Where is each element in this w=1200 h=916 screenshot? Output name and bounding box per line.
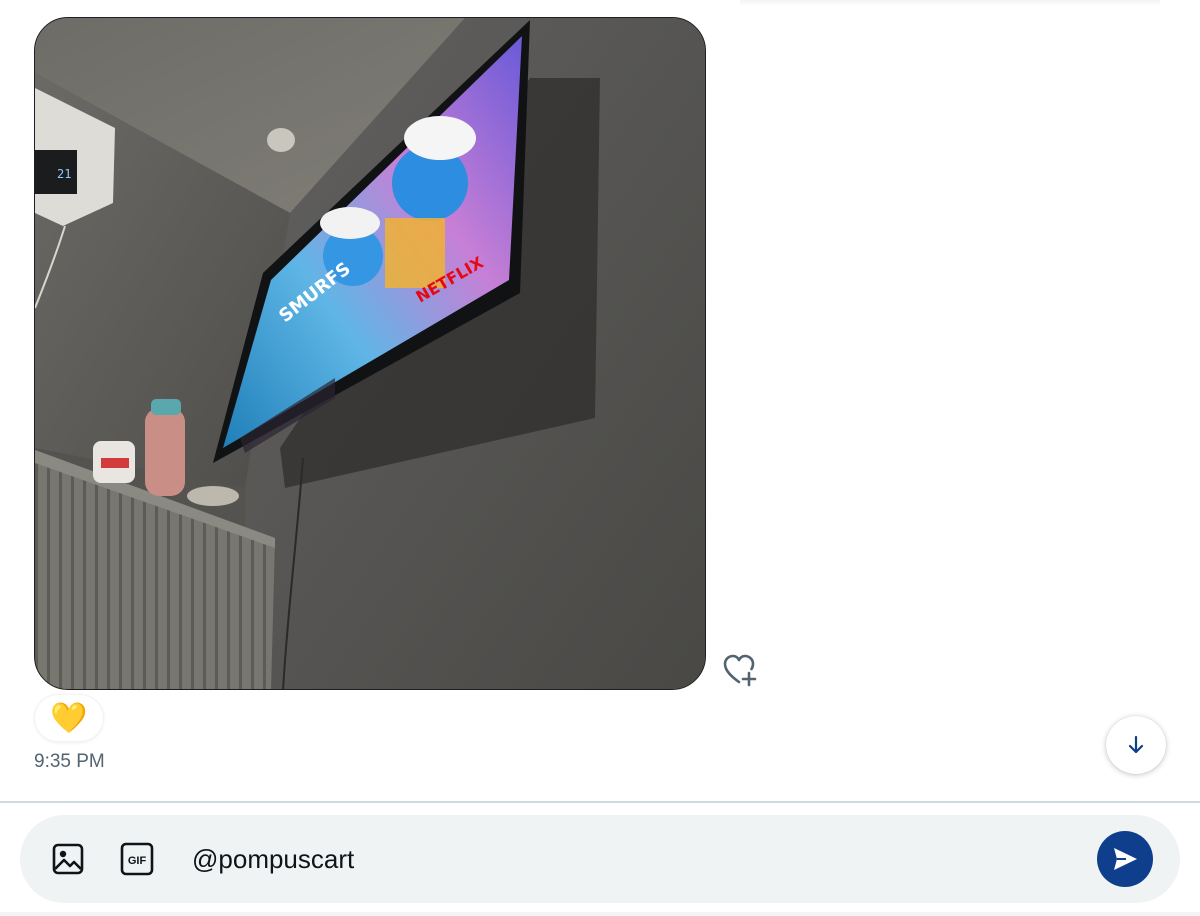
- bottom-edge: [0, 912, 1200, 916]
- send-icon: [1114, 848, 1137, 870]
- composer-divider: [0, 801, 1200, 803]
- message-timestamp: 9:35 PM: [34, 751, 105, 772]
- top-fade: [740, 0, 1160, 6]
- add-gif-button[interactable]: GIF: [115, 837, 159, 881]
- gif-icon: GIF: [120, 842, 154, 876]
- scroll-to-bottom-button[interactable]: [1106, 716, 1166, 774]
- add-media-button[interactable]: [46, 837, 90, 881]
- message-thread: 21 SMURFS NETFLIX 💛 9:35 PM: [0, 0, 1200, 800]
- gif-icon-label: GIF: [128, 855, 147, 867]
- message-composer: GIF: [20, 815, 1180, 903]
- heart-plus-icon: [723, 654, 757, 687]
- photo-illustration: 21 SMURFS NETFLIX: [35, 18, 705, 689]
- send-button[interactable]: [1097, 831, 1153, 887]
- arrow-down-icon: [1128, 735, 1144, 754]
- heater-display: 21: [57, 167, 71, 181]
- yellow-heart-emoji: 💛: [50, 701, 88, 735]
- message-input[interactable]: [192, 833, 1072, 885]
- reaction-pill[interactable]: 💛: [34, 694, 104, 742]
- message-image[interactable]: 21 SMURFS NETFLIX: [34, 17, 706, 690]
- add-reaction-button[interactable]: [719, 650, 761, 690]
- image-icon: [52, 843, 84, 875]
